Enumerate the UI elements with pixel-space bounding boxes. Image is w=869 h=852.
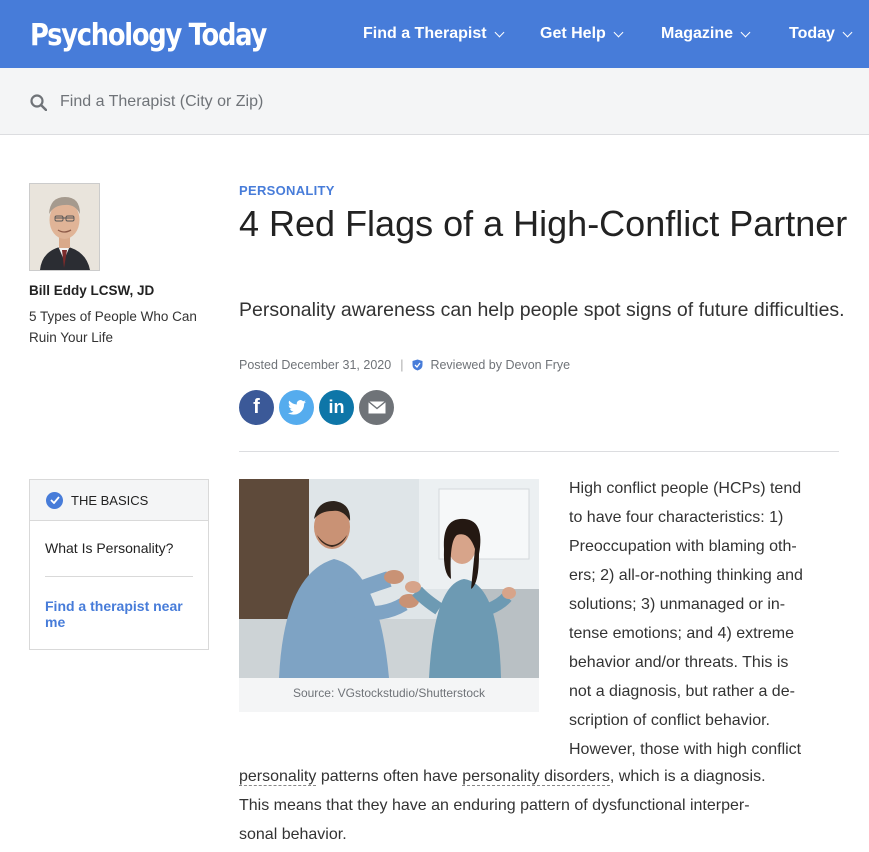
facebook-icon: f xyxy=(253,396,260,418)
body-line: solutions; 3) unmanaged or in- xyxy=(569,596,786,613)
image-caption: Source: VGstockstudio/Shutterstock xyxy=(292,686,486,700)
nav-label: Find a Therapist xyxy=(363,25,487,42)
meta-separator: | xyxy=(400,358,404,372)
nav-get-help[interactable]: Get Help xyxy=(540,0,624,68)
site-logo[interactable]: Psychology Today xyxy=(30,14,267,56)
basics-title: The Basics xyxy=(71,492,149,508)
reviewed-by[interactable]: Reviewed by Devon Frye xyxy=(430,358,570,372)
article-subtitle: Personality awareness can help people sp… xyxy=(239,299,845,321)
chevron-down-icon xyxy=(740,27,751,37)
section-divider xyxy=(239,451,839,452)
article-body-full: personality patterns often have personal… xyxy=(239,762,839,849)
basics-box: The Basics What Is Personality? Find a t… xyxy=(29,479,209,650)
body-line: tense emotions; and 4) extreme xyxy=(569,625,795,642)
shield-check-icon xyxy=(412,359,423,371)
basics-item-personality[interactable]: What Is Personality? xyxy=(45,540,173,556)
body-line: However, those with high conflict xyxy=(569,741,802,758)
share-buttons: f in xyxy=(239,390,394,425)
check-icon xyxy=(46,491,63,509)
author-name[interactable]: Bill Eddy LCSW, JD xyxy=(29,283,154,298)
share-linkedin-button[interactable]: in xyxy=(319,390,354,425)
twitter-icon xyxy=(287,400,306,415)
nav-label: Magazine xyxy=(661,25,734,42)
article-meta: Posted December 31, 2020 | Reviewed by D… xyxy=(239,358,570,372)
author-photo[interactable] xyxy=(29,183,100,271)
body-text: patterns often have xyxy=(316,768,463,785)
chevron-down-icon xyxy=(613,27,624,37)
body-line: sonal behavior. xyxy=(239,826,347,843)
nav-label: Get Help xyxy=(540,25,606,42)
chevron-down-icon xyxy=(494,27,505,37)
nav-find-therapist[interactable]: Find a Therapist xyxy=(363,0,505,68)
share-twitter-button[interactable] xyxy=(279,390,314,425)
body-text: , which is a diagnosis. xyxy=(609,768,766,785)
body-line: ers; 2) all-or-nothing thinking and xyxy=(569,567,803,584)
search-icon[interactable] xyxy=(30,94,47,111)
personality-term-link[interactable]: personality xyxy=(239,768,317,786)
basics-header: The Basics xyxy=(30,480,208,521)
category-link[interactable]: Personality xyxy=(239,183,335,198)
search-bar xyxy=(0,68,869,135)
article-body-column: High conflict people (HCPs) tend to have… xyxy=(569,474,839,764)
posted-date: Posted December 31, 2020 xyxy=(239,358,392,372)
body-line: not a diagnosis, but rather a de- xyxy=(569,683,795,700)
site-header: Psychology Today Find a Therapist Get He… xyxy=(0,0,869,68)
find-therapist-link[interactable]: Find a therapist near me xyxy=(45,598,200,630)
article-figure: Source: VGstockstudio/Shutterstock xyxy=(239,479,539,712)
share-email-button[interactable] xyxy=(359,390,394,425)
author-book-title[interactable]: 5 Types of People Who Can Ruin Your Life xyxy=(29,306,209,348)
personality-disorders-term-link[interactable]: personality disorders xyxy=(462,768,610,786)
search-input[interactable] xyxy=(60,90,560,114)
nav-magazine[interactable]: Magazine xyxy=(661,0,751,68)
nav-label: Today xyxy=(789,25,835,42)
divider xyxy=(45,576,193,577)
email-icon xyxy=(367,401,386,414)
body-line: This means that they have an enduring pa… xyxy=(239,797,750,814)
body-line: to have four characteristics: 1) xyxy=(569,509,784,526)
article-title: 4 Red Flags of a High-Conflict Partner xyxy=(239,203,848,244)
linkedin-icon: in xyxy=(328,397,345,417)
body-line: High conflict people (HCPs) tend xyxy=(569,480,802,497)
body-line: personality patterns often have personal… xyxy=(239,762,839,791)
share-facebook-button[interactable]: f xyxy=(239,390,274,425)
body-line: Preoccupation with blaming oth- xyxy=(569,538,797,555)
body-line: behavior and/or threats. This is xyxy=(569,654,789,671)
nav-today[interactable]: Today xyxy=(789,0,853,68)
article-image[interactable] xyxy=(239,479,539,678)
chevron-down-icon xyxy=(842,27,853,37)
body-line: scription of conflict behavior. xyxy=(569,712,770,729)
